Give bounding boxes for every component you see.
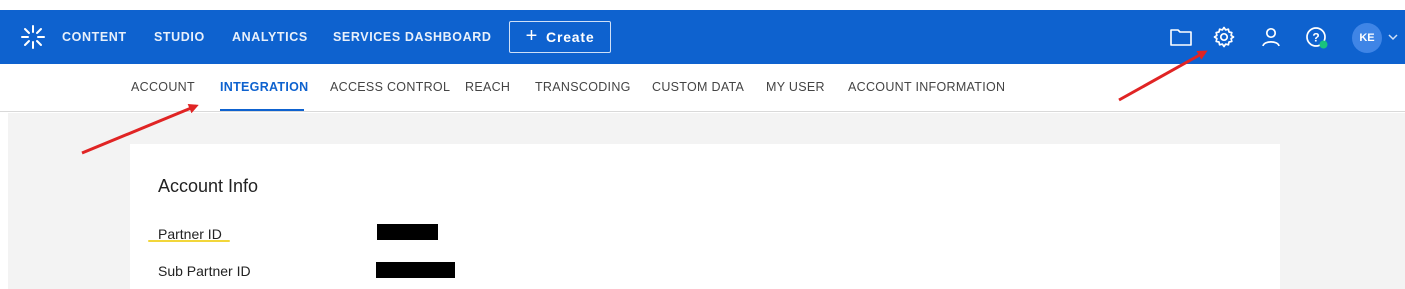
- sub-partner-id-label: Sub Partner ID: [158, 263, 251, 279]
- chevron-down-icon[interactable]: [1387, 31, 1399, 43]
- redacted-sub-partner-id-value: [376, 262, 455, 278]
- tab-access-control[interactable]: ACCESS CONTROL: [330, 64, 450, 112]
- avatar-initials: KE: [1359, 32, 1375, 44]
- nav-analytics[interactable]: ANALYTICS: [232, 10, 308, 64]
- plus-icon: +: [525, 25, 539, 47]
- svg-text:?: ?: [1312, 31, 1319, 45]
- account-info-card: Account Info Partner ID Sub Partner ID: [130, 144, 1280, 289]
- redacted-partner-id-value: [377, 224, 438, 240]
- settings-gear-icon[interactable]: [1212, 25, 1236, 49]
- card-title: Account Info: [158, 176, 259, 196]
- settings-subnav: ACCOUNT INTEGRATION ACCESS CONTROL REACH…: [0, 64, 1405, 112]
- nav-studio[interactable]: STUDIO: [154, 10, 205, 64]
- help-icon[interactable]: ?: [1304, 25, 1328, 49]
- user-avatar[interactable]: KE: [1352, 23, 1382, 53]
- app-logo-icon[interactable]: [20, 24, 46, 50]
- partner-id-highlight: [148, 240, 230, 242]
- tab-account[interactable]: ACCOUNT: [131, 64, 195, 112]
- top-navigation-bar: CONTENT STUDIO ANALYTICS SERVICES DASHBO…: [0, 10, 1405, 64]
- active-tab-indicator: [220, 109, 304, 111]
- nav-services-dashboard[interactable]: SERVICES DASHBOARD: [333, 10, 492, 64]
- create-button-label: Create: [546, 29, 595, 45]
- nav-content[interactable]: CONTENT: [62, 10, 127, 64]
- tab-my-user[interactable]: MY USER: [766, 64, 825, 112]
- create-button[interactable]: + Create: [509, 21, 611, 53]
- folder-icon[interactable]: [1169, 25, 1193, 49]
- tab-account-information[interactable]: ACCOUNT INFORMATION: [848, 64, 1005, 112]
- tab-integration[interactable]: INTEGRATION: [220, 64, 308, 112]
- tab-custom-data[interactable]: CUSTOM DATA: [652, 64, 744, 112]
- tab-transcoding[interactable]: TRANSCODING: [535, 64, 631, 112]
- user-profile-icon[interactable]: [1259, 25, 1283, 49]
- tab-reach[interactable]: REACH: [465, 64, 510, 112]
